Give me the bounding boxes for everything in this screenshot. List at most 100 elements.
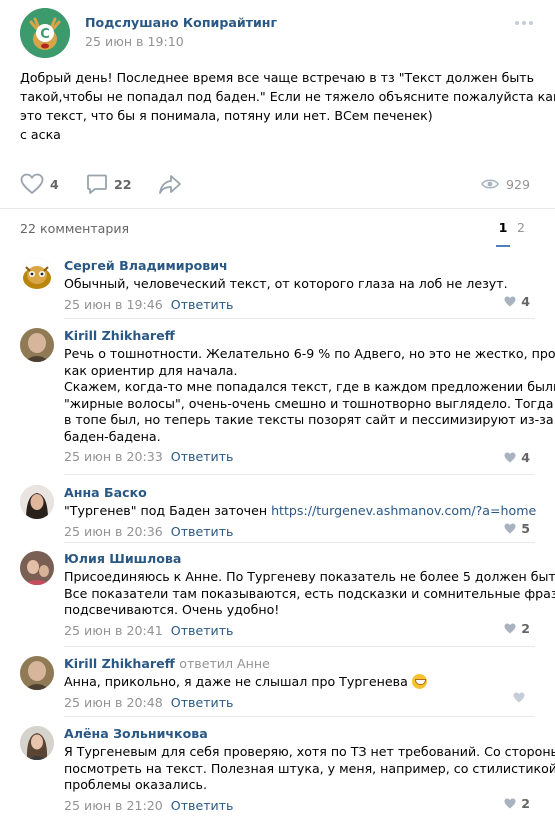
comment-like-button[interactable]	[513, 692, 530, 703]
comments-header: 22 комментария 1 2	[20, 209, 535, 247]
comment: Сергей Владимирович Обычный, человечески…	[20, 258, 535, 314]
comment-text-line: Присоединяюсь к Анне. По Тургеневу показ…	[64, 569, 555, 584]
comment-author[interactable]: Анна Баско	[64, 485, 535, 501]
comment-meta: 25 июн в 20:48 Ответить	[64, 695, 535, 711]
heart-icon	[504, 798, 516, 809]
comment-text-line: Речь о тошнотности. Желательно 6-9 % по …	[64, 346, 555, 361]
comment-text-line: проблемы оказались.	[64, 777, 207, 792]
commenter-avatar[interactable]	[20, 258, 54, 292]
group-logo-icon: C	[20, 8, 70, 58]
comment: Kirill Zhikhareff ответил Анне Анна, при…	[20, 656, 535, 712]
comment-like-button[interactable]: 5	[504, 521, 530, 536]
comment-text-line: Скажем, когда-то мне попадался текст, гд…	[64, 379, 555, 394]
avatar-image-icon	[20, 551, 54, 585]
group-name[interactable]: Подслушано Копирайтинг	[85, 15, 277, 30]
comment-time[interactable]: 25 июн в 20:36	[64, 524, 163, 539]
comment-time[interactable]: 25 июн в 19:46	[64, 297, 163, 312]
page-2[interactable]: 2	[512, 209, 530, 247]
comment: Юлия Шишлова Присоединяюсь к Анне. По Ту…	[20, 551, 555, 641]
comment-separator	[64, 646, 535, 647]
comment-bubble-icon	[87, 174, 107, 194]
comment-author[interactable]: Алёна Зольничкова	[64, 726, 535, 742]
comment-text-line: Обычный, человеческий текст, от которого…	[64, 276, 508, 291]
group-avatar[interactable]: C	[20, 8, 70, 58]
commenter-avatar[interactable]	[20, 328, 54, 362]
commenter-avatar[interactable]	[20, 551, 54, 585]
reply-button[interactable]: Ответить	[171, 449, 234, 464]
wall-post: C Подслушано Копирайтинг 25 июн в 19:10 …	[0, 0, 555, 820]
comment-body: Юлия Шишлова Присоединяюсь к Анне. По Ту…	[64, 551, 555, 639]
heart-icon	[504, 452, 516, 463]
comment-time[interactable]: 25 июн в 20:48	[64, 695, 163, 710]
more-dots-icon[interactable]	[513, 18, 535, 28]
reply-button[interactable]: Ответить	[171, 695, 234, 710]
comment-body: Алёна Зольничкова Я Тургеневым для себя …	[64, 726, 555, 814]
reply-button[interactable]: Ответить	[171, 524, 234, 539]
page-1[interactable]: 1	[494, 209, 512, 247]
comment-time[interactable]: 25 июн в 20:41	[64, 623, 163, 638]
post-text: Добрый день! Последнее время все чаще вс…	[20, 68, 555, 144]
like-count: 4	[50, 176, 59, 192]
comment-meta: 25 июн в 20:41 Ответить	[64, 623, 535, 639]
comment-meta: 25 июн в 20:33 Ответить	[64, 449, 535, 465]
post-text-line: такой,чтобы не попадал под баден." Если …	[20, 89, 555, 104]
commenter-avatar[interactable]	[20, 726, 54, 760]
post-date[interactable]: 25 июн в 19:10	[85, 34, 184, 49]
comment-text: Я Тургеневым для себя проверяю, хотя по …	[64, 744, 555, 794]
commenter-avatar[interactable]	[20, 656, 54, 690]
comment: Анна Баско "Тургенев" под Баден заточен …	[20, 485, 536, 541]
heart-icon	[504, 623, 516, 634]
comment-like-button[interactable]: 4	[504, 450, 530, 465]
comment-meta: 25 июн в 20:36 Ответить	[64, 524, 535, 540]
comment-like-button[interactable]: 4	[504, 294, 530, 309]
comment-like-button[interactable]: 2	[504, 796, 530, 811]
views-counter: 929	[481, 170, 530, 198]
comment-text: Обычный, человеческий текст, от которого…	[64, 276, 535, 293]
comment-like-count: 4	[521, 294, 530, 309]
avatar-image-icon	[20, 656, 54, 690]
comment-text: Анна, прикольно, я даже не слышал про Ту…	[64, 674, 535, 691]
views-count: 929	[505, 176, 530, 192]
reply-button[interactable]: Ответить	[171, 623, 234, 638]
heart-icon	[20, 173, 44, 195]
comment-like-count: 4	[521, 450, 530, 465]
share-arrow-icon	[159, 175, 181, 194]
reply-button[interactable]: Ответить	[171, 798, 234, 813]
comment-author[interactable]: Юлия Шишлова	[64, 551, 535, 567]
heart-icon	[504, 296, 516, 307]
comment-count: 22	[114, 176, 132, 192]
avatar-image-icon	[20, 328, 54, 362]
comment-time[interactable]: 25 июн в 20:33	[64, 449, 163, 464]
comment-time[interactable]: 25 июн в 21:20	[64, 798, 163, 813]
commenter-avatar[interactable]	[20, 485, 54, 519]
like-button[interactable]: 4	[20, 170, 59, 198]
comment-author: Kirill Zhikhareff ответил Анне	[64, 656, 535, 672]
post-header: C Подслушано Копирайтинг 25 июн в 19:10	[20, 8, 535, 58]
comment-author[interactable]: Сергей Владимирович	[64, 258, 535, 274]
comment-button[interactable]: 22	[86, 170, 132, 198]
post-text-line: это текст, что бы я понимала, потяну или…	[20, 108, 433, 123]
comment-text-line: Все показатели там показываются, есть по…	[64, 585, 555, 601]
comment-link[interactable]: https://turgenev.ashmanov.com/?a=home	[271, 503, 536, 518]
comment-text-line: в топе был, но теперь такие тексты позор…	[64, 412, 554, 427]
comment-meta: 25 июн в 19:46 Ответить	[64, 297, 535, 313]
comment-meta: 25 июн в 21:20 Ответить	[64, 798, 535, 814]
comment-text-line: как ориентир для начала.	[64, 362, 238, 378]
comment-separator	[64, 318, 535, 319]
comment-author[interactable]: Kirill Zhikhareff	[64, 328, 535, 344]
comment-like-button[interactable]: 2	[504, 621, 530, 636]
post-text-line: с аска	[20, 127, 61, 142]
comment-text-line: посмотреть на текст. Полезная штука, у м…	[64, 760, 555, 776]
comment-separator	[64, 716, 535, 717]
comment-text: "Тургенев" под Баден заточен https://tur…	[64, 503, 536, 520]
eye-icon	[481, 179, 499, 189]
reply-button[interactable]: Ответить	[171, 297, 234, 312]
reply-to-label[interactable]: ответил Анне	[179, 656, 270, 671]
post-actions: 4 22 929	[20, 170, 535, 198]
comment-text-line: "Тургенев" под Баден заточен	[64, 503, 272, 518]
share-button[interactable]	[158, 170, 182, 198]
comment-text-line: баден-бадена.	[64, 428, 161, 444]
post-text-line: Добрый день! Последнее время все чаще вс…	[20, 70, 535, 85]
comment-author-name[interactable]: Kirill Zhikhareff	[64, 656, 175, 671]
comment-text-line: "жирные волосы", очень-очень смешно и то…	[64, 395, 555, 411]
